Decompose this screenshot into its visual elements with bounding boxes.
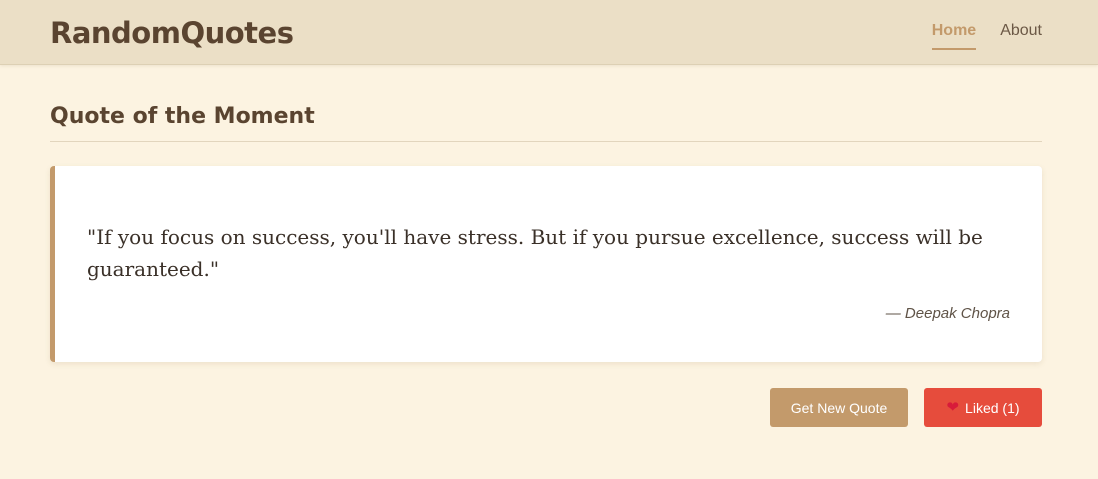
quote-card: "If you focus on success, you'll have st… [50,166,1042,362]
like-button[interactable]: ❤ Liked (1) [924,388,1042,427]
nav-about[interactable]: About [1000,0,1042,48]
nav-home[interactable]: Home [931,0,977,50]
quote-text: "If you focus on success, you'll have st… [87,225,983,281]
main-content: Quote of the Moment "If you focus on suc… [50,64,1042,427]
get-new-quote-button[interactable]: Get New Quote [770,388,908,427]
top-navbar: RandomQuotes Home About [0,0,1098,65]
like-button-label: Liked (1) [965,399,1020,416]
section-title: Quote of the Moment [50,104,1042,142]
heart-icon: ❤ [946,399,960,416]
brand-logo[interactable]: RandomQuotes [50,16,294,50]
main-nav: Home About [908,0,1042,64]
quote-author: — Deepak Chopra [885,305,1010,322]
quote-actions: Get New Quote ❤ Liked (1) [770,388,1042,427]
